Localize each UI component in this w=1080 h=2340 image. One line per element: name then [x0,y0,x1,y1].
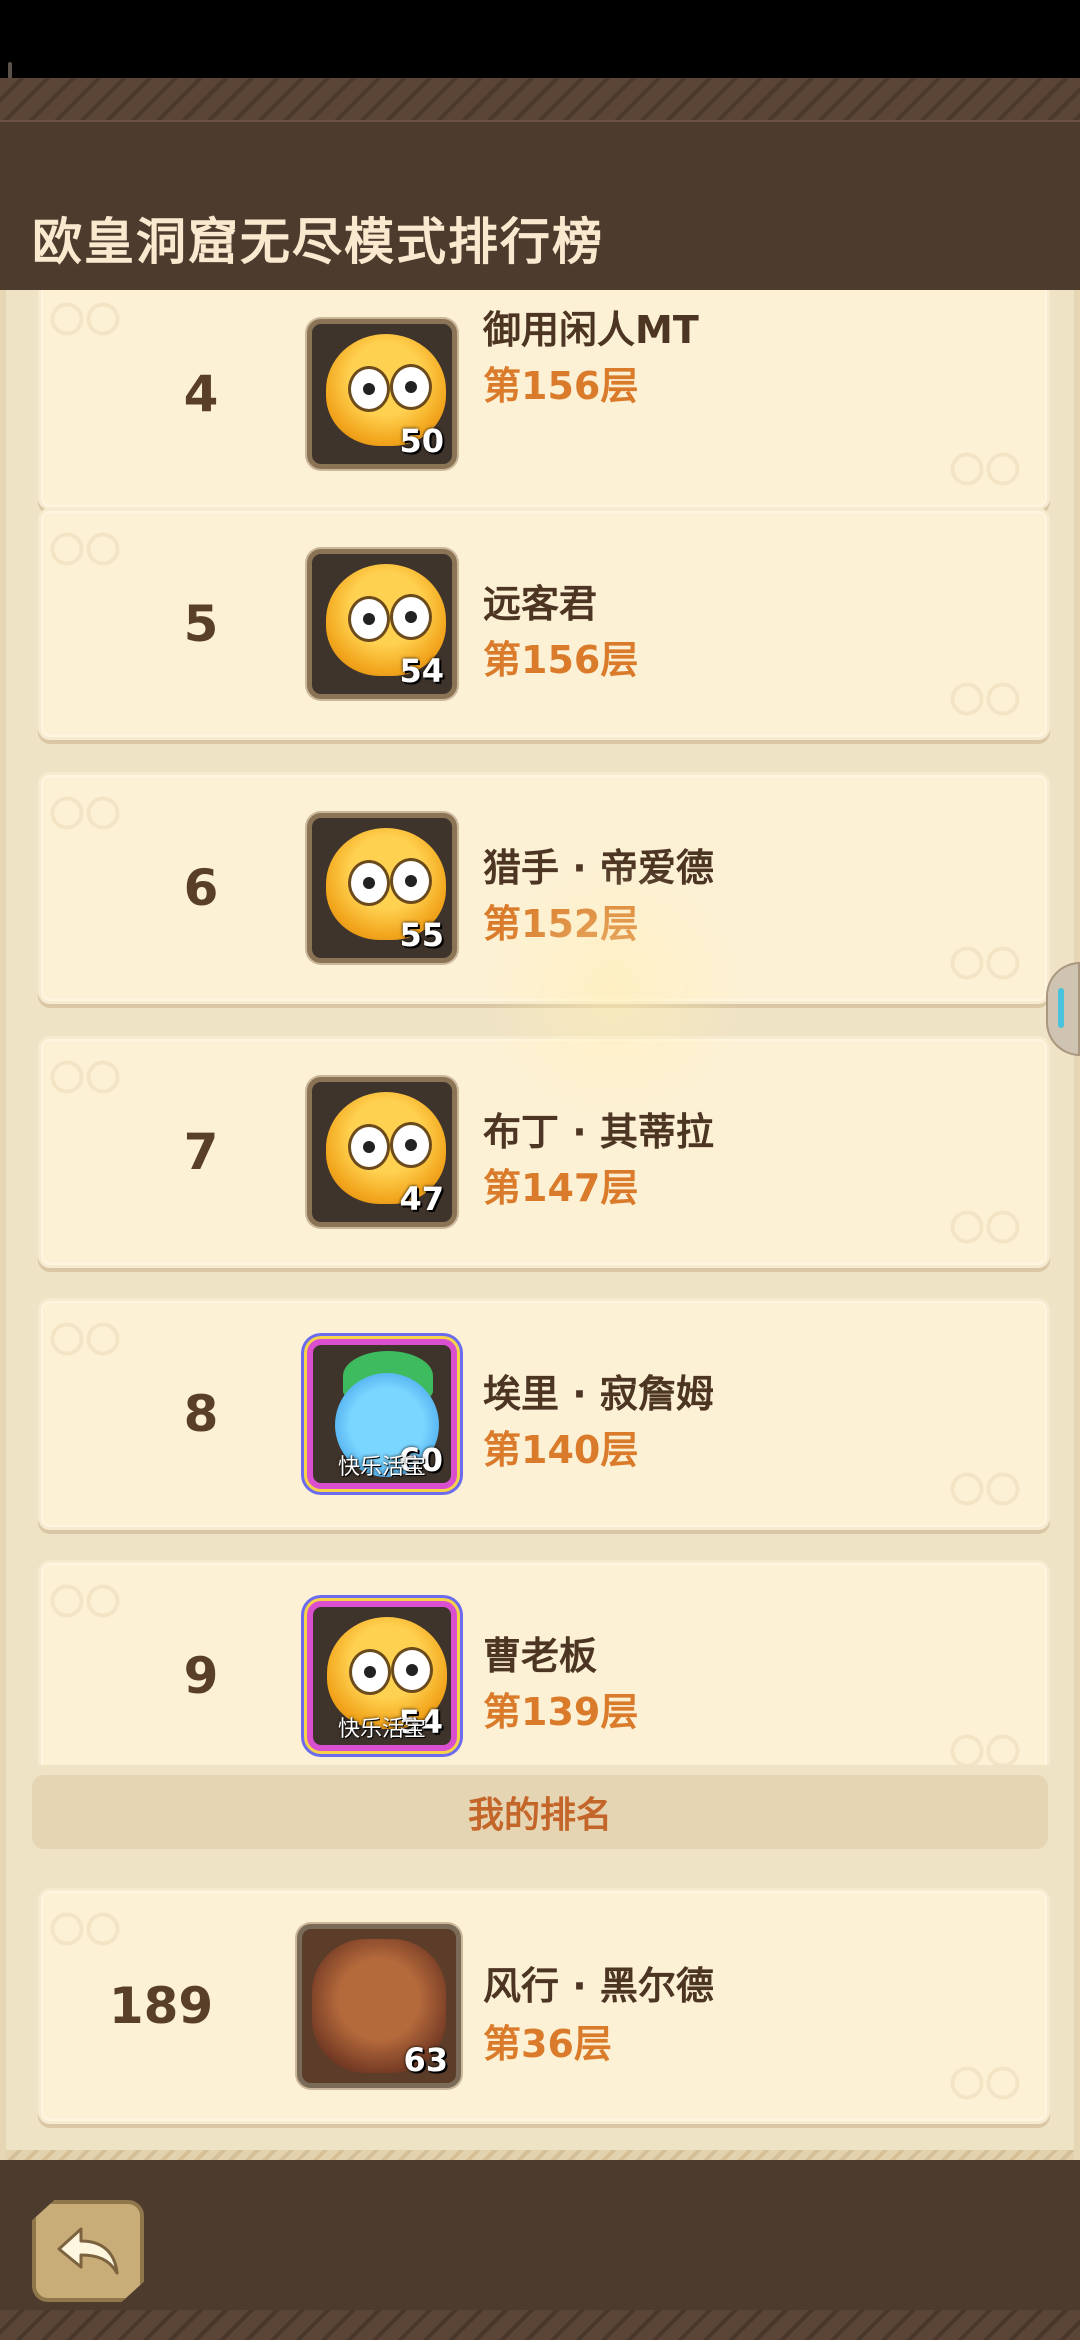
header: 欧皇洞窟无尽模式排行榜 [0,78,1080,290]
row-ornament-icon [949,439,1039,499]
rank-number: 7 [183,1123,219,1181]
footer [0,2160,1080,2340]
my-level: 63 [403,2041,448,2079]
row-ornament-icon [949,669,1039,729]
player-avatar[interactable]: 55 [307,813,457,963]
row-ornament-icon [949,933,1039,993]
footer-pattern-band [0,2310,1080,2340]
row-ornament-icon [949,1721,1039,1765]
status-bar-area [0,0,1080,78]
player-name: 布丁 · 其蒂拉 [483,1110,714,1154]
player-avatar[interactable]: 54 [307,549,457,699]
my-floor: 第36层 [483,2022,612,2066]
ranking-row[interactable]: 5 54 远客君 第156层 [38,508,1050,740]
player-name: 远客君 [483,582,598,626]
row-ornament-icon [949,1197,1039,1257]
page-title: 欧皇洞窟无尽模式排行榜 [32,213,604,271]
my-name: 风行 · 黑尔德 [483,1964,714,2008]
avatar-tag: 快乐活宝 [337,1455,426,1480]
player-floor: 第147层 [483,1166,639,1210]
player-floor: 第156层 [483,638,639,682]
back-button[interactable] [32,2200,144,2302]
player-name: 曹老板 [483,1634,598,1678]
player-name: 猎手 · 帝爱德 [483,846,714,890]
my-avatar[interactable]: 63 [297,1924,461,2088]
player-avatar[interactable]: 50 [307,319,457,469]
ranking-row[interactable]: 7 47 布丁 · 其蒂拉 第147层 [38,1036,1050,1268]
avatar-tag: 快乐活宝 [337,1717,426,1742]
player-floor: 第156层 [483,364,639,408]
player-level: 55 [399,916,444,954]
rank-number: 4 [183,365,219,423]
player-avatar[interactable]: 47 [307,1077,457,1227]
row-ornament-icon [949,2053,1039,2113]
back-arrow-icon [57,2227,119,2275]
player-floor: 第139层 [483,1690,639,1734]
player-name: 御用闲人MT [483,308,699,352]
row-ornament-icon [949,1459,1039,1519]
rank-number: 5 [183,595,219,653]
rank-number: 8 [183,1385,219,1443]
panel-bottom-border [6,2150,1074,2160]
player-floor: 第140层 [483,1428,639,1472]
ranking-row[interactable]: 8 60 快乐活宝 埃里 · 寂詹姆 第140层 [38,1298,1050,1530]
my-rank-number: 189 [108,1977,214,2035]
my-rank-row[interactable]: 189 63 风行 · 黑尔德 第36层 [38,1888,1050,2124]
ranking-row[interactable]: 4 50 御用闲人MT 第156层 [38,290,1050,510]
my-rank-label: 我的排名 [32,1775,1048,1849]
player-floor: 第152层 [483,902,639,946]
player-level: 54 [399,652,444,690]
ranking-panel: 4 50 御用闲人MT 第156层 5 54 远客君 第156层 6 55 猎手… [0,290,1080,2160]
rank-number: 6 [183,859,219,917]
ranking-list[interactable]: 4 50 御用闲人MT 第156层 5 54 远客君 第156层 6 55 猎手… [6,290,1074,1765]
player-name: 埃里 · 寂詹姆 [483,1372,714,1416]
player-avatar[interactable]: 54 快乐活宝 [307,1601,457,1751]
ranking-row[interactable]: 6 55 猎手 · 帝爱德 第152层 [38,772,1050,1004]
ranking-row[interactable]: 9 54 快乐活宝 曹老板 第139层 [38,1560,1050,1765]
player-avatar[interactable]: 60 快乐活宝 [307,1339,457,1489]
player-level: 47 [399,1180,444,1218]
player-level: 50 [399,422,444,460]
header-pattern-band [0,78,1080,122]
rank-number: 9 [183,1647,219,1705]
